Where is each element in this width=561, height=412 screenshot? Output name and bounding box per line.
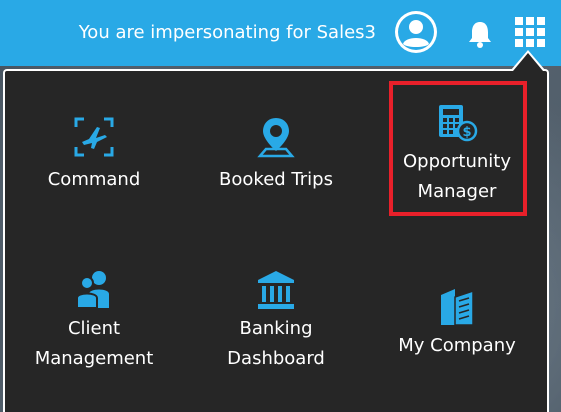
- location-pin-icon: [257, 118, 295, 158]
- app-tile-label-line1: My Company: [398, 335, 516, 356]
- app-tile-label-line1: Booked Trips: [219, 169, 333, 190]
- app-tile-banking-dashboard[interactable]: Banking Dashboard: [186, 268, 366, 374]
- app-tile-label-line1: Banking: [239, 318, 313, 339]
- app-tile-label-line2: Dashboard: [227, 348, 325, 369]
- app-tile-command[interactable]: Command: [4, 115, 184, 195]
- app-tile-label-line1: Command: [47, 169, 141, 190]
- highlight-box: [389, 81, 527, 216]
- buildings-icon: [441, 289, 474, 326]
- app-tile-my-company[interactable]: My Company: [367, 283, 547, 361]
- app-grid-icon[interactable]: [512, 14, 548, 50]
- app-tile-client-management[interactable]: Client Management: [4, 268, 184, 374]
- users-icon: [76, 271, 109, 309]
- impersonation-status-text: You are impersonating for Sales3: [78, 22, 376, 43]
- bell-icon[interactable]: [465, 19, 495, 49]
- plane-target-icon: [74, 117, 114, 157]
- user-avatar-icon[interactable]: [393, 9, 439, 55]
- menu-pointer-fill: [513, 53, 543, 71]
- top-navigation-bar: You are impersonating for Sales3: [0, 0, 561, 66]
- bank-icon: [258, 271, 294, 309]
- app-tile-label-line1: Client: [67, 318, 121, 339]
- app-tile-label-line2: Management: [34, 348, 154, 369]
- app-tile-booked-trips[interactable]: Booked Trips: [186, 115, 366, 195]
